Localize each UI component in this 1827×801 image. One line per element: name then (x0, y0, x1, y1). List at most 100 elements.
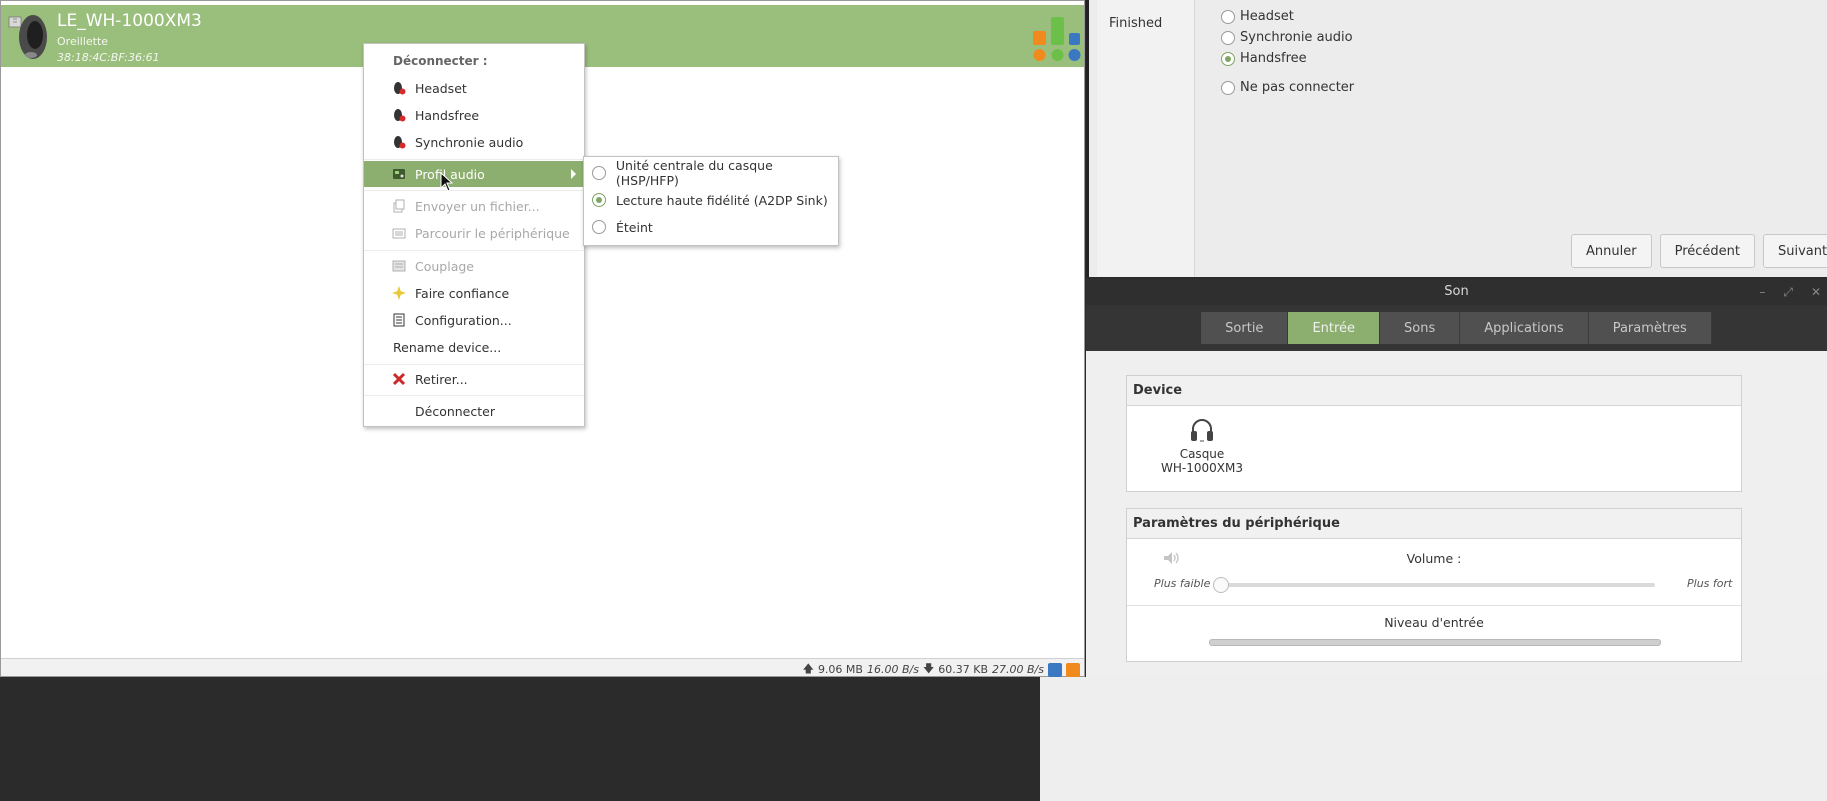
device-address: 38:18:4C:BF:36:61 (57, 51, 160, 64)
device-section-header: Device (1127, 376, 1741, 406)
menu-item-browse-device[interactable]: Parcourir le périphérique (364, 220, 584, 246)
volume-max-label: Plus fort (1687, 577, 1733, 590)
tab-entree[interactable]: Entrée (1288, 312, 1381, 344)
menu-item-configuration[interactable]: Configuration... (364, 307, 584, 333)
tab-parametres[interactable]: Paramètres (1588, 312, 1712, 344)
menu-item-label: Headset (415, 80, 467, 96)
menu-item-handsfree[interactable]: Handsfree (364, 102, 584, 128)
menu-item-label: Envoyer un fichier... (415, 198, 540, 214)
device-name: LE_WH-1000XM3 (57, 11, 202, 31)
tab-sons[interactable]: Sons (1380, 312, 1461, 344)
wizard-option-label: Handsfree (1240, 51, 1307, 66)
tab-sortie[interactable]: Sortie (1201, 312, 1289, 344)
menu-item-couplage[interactable]: Couplage (364, 253, 584, 279)
device-label-line2: WH-1000XM3 (1161, 461, 1243, 475)
radio-checked-icon[interactable] (1221, 51, 1235, 66)
remove-icon (392, 372, 406, 386)
star-icon (392, 286, 406, 300)
menu-item-label: Parcourir le périphérique (415, 225, 570, 241)
wizard-button-row: Annuler Précédent Suivant (1571, 234, 1827, 268)
close-icon[interactable]: ✕ (1811, 279, 1821, 305)
volume-slider[interactable] (1213, 577, 1655, 593)
signal-status-icons (1033, 17, 1081, 61)
download-rate: 27.00 B/s (992, 663, 1044, 676)
radio-icon[interactable] (1221, 30, 1235, 45)
volume-min-label: Plus faible (1154, 577, 1211, 590)
cancel-button[interactable]: Annuler (1571, 234, 1652, 268)
wizard-option-handsfree[interactable]: Handsfree (1221, 51, 1307, 66)
radio-icon[interactable] (1221, 80, 1235, 95)
menu-item-label: Configuration... (415, 312, 512, 328)
volume-slider-knob[interactable] (1213, 577, 1229, 593)
radio-icon[interactable] (1221, 9, 1235, 24)
profile-option-hsp-hfp[interactable]: Unité centrale du casque (HSP/HFP) (584, 158, 838, 188)
menu-item-rename-device[interactable]: Rename device... (364, 334, 584, 360)
previous-button[interactable]: Précédent (1659, 234, 1755, 268)
upload-arrow-icon: 🡅 (802, 662, 814, 675)
wizard-option-ne-pas-connecter[interactable]: Ne pas connecter (1221, 80, 1354, 95)
device-context-menu: Déconnecter : Headset Handsfree Synchron… (363, 43, 585, 427)
send-file-icon (393, 199, 405, 213)
headset-device-icon (8, 15, 47, 59)
wizard-option-label: Synchronie audio (1240, 30, 1353, 45)
input-level-meter (1209, 639, 1661, 646)
menu-separator (364, 190, 584, 191)
input-level-label: Niveau d'entrée (1384, 615, 1484, 630)
menu-item-label: Couplage (415, 258, 474, 274)
tab-applications[interactable]: Applications (1460, 312, 1589, 344)
wizard-step-cut (1109, 0, 1113, 9)
volume-label: Volume : (1406, 551, 1462, 566)
headphones-icon (1191, 419, 1213, 442)
menu-separator (364, 159, 584, 160)
menu-item-label: Retirer... (415, 371, 468, 387)
radio-icon[interactable] (592, 166, 606, 180)
maximize-icon[interactable]: ⤢ (1783, 279, 1793, 305)
power-tray-icon[interactable] (1066, 662, 1080, 677)
wizard-option-label: Headset (1240, 9, 1294, 24)
sound-tabs: Sortie Entrée Sons Applications Paramètr… (1201, 312, 1712, 344)
wizard-option-synchronie-audio[interactable]: Synchronie audio (1221, 30, 1353, 45)
device-panel: Device Casque WH-1000XM3 (1126, 375, 1742, 492)
radio-checked-icon[interactable] (592, 193, 606, 207)
browse-icon (392, 228, 406, 239)
minimize-icon[interactable]: – (1759, 279, 1765, 305)
radio-icon[interactable] (592, 220, 606, 234)
menu-item-headset[interactable]: Headset (364, 75, 584, 101)
wizard-step-finished: Finished (1109, 16, 1163, 31)
device-item-casque[interactable]: Casque WH-1000XM3 (1157, 416, 1247, 475)
bluetooth-tray-icon[interactable] (1048, 662, 1062, 677)
profile-option-label: Éteint (616, 219, 653, 235)
menu-item-send-file[interactable]: Envoyer un fichier... (364, 193, 584, 219)
audio-profile-submenu: Unité centrale du casque (HSP/HFP) Lectu… (583, 156, 839, 246)
menu-separator (364, 395, 584, 396)
menu-item-trust[interactable]: Faire confiance (364, 280, 584, 306)
mouse-pointer-icon (440, 172, 454, 192)
sound-tab-bar: Sortie Entrée Sons Applications Paramètr… (1086, 305, 1827, 351)
sound-window-title: Son (1444, 284, 1469, 299)
headset-disconnect-icon (394, 109, 406, 122)
next-button[interactable]: Suivant (1762, 234, 1827, 268)
upload-rate: 16.00 B/s (866, 663, 919, 676)
profile-option-off[interactable]: Éteint (584, 214, 838, 240)
wizard-option-label: Ne pas connecter (1240, 80, 1355, 95)
menu-item-remove[interactable]: Retirer... (364, 366, 584, 392)
submenu-arrow-icon (571, 169, 576, 179)
sound-settings-window: Son – ⤢ ✕ Sortie Entrée Sons Application… (1086, 279, 1827, 677)
menu-item-label: Déconnecter (415, 403, 495, 419)
window-controls: – ⤢ ✕ (1759, 279, 1821, 305)
headset-disconnect-icon (394, 82, 406, 95)
desktop-dark-area (0, 677, 1040, 801)
menu-item-profil-audio[interactable]: Profil audio (364, 161, 584, 187)
profile-option-a2dp-sink[interactable]: Lecture haute fidélité (A2DP Sink) (584, 187, 838, 213)
device-label-line1: Casque (1179, 447, 1225, 461)
menu-item-disconnect[interactable]: Déconnecter (364, 398, 584, 424)
profile-option-label: Lecture haute fidélité (A2DP Sink) (616, 192, 828, 208)
wizard-option-headset[interactable]: Headset (1221, 9, 1294, 24)
menu-item-synchronie-audio[interactable]: Synchronie audio (364, 129, 584, 155)
menu-separator (364, 250, 584, 251)
sound-window-titlebar: Son – ⤢ ✕ (1086, 279, 1827, 305)
profile-option-label: Unité centrale du casque (HSP/HFP) (615, 158, 773, 188)
pair-icon (392, 260, 406, 272)
wizard-steps-sidebar: Finished (1097, 0, 1195, 277)
menu-header-disconnect: Déconnecter : (393, 54, 488, 68)
